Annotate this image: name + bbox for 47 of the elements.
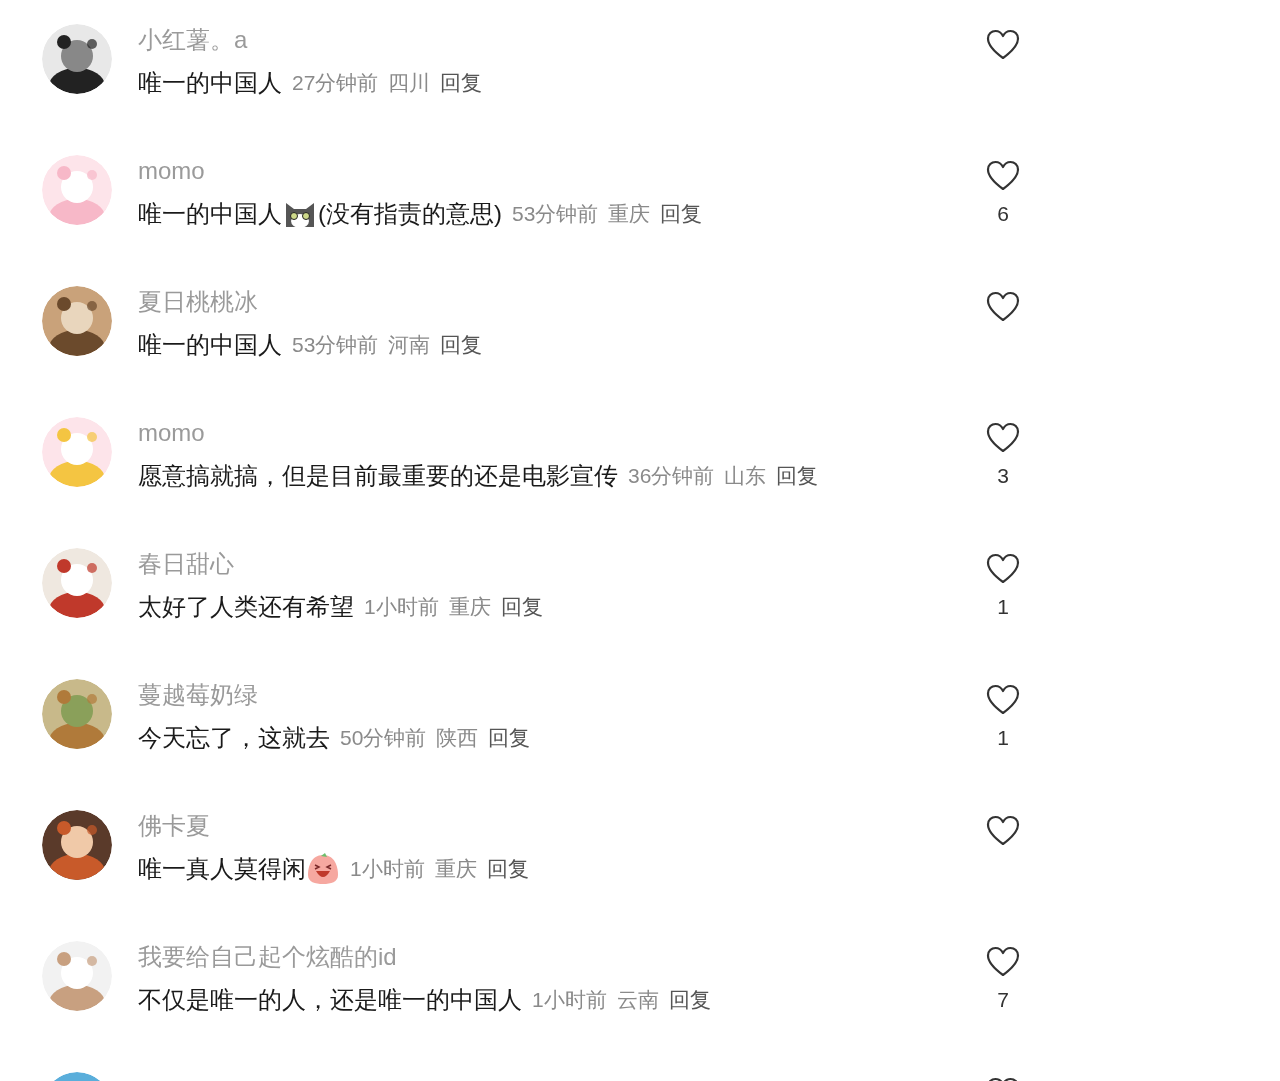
comment-text: 今天忘了，这就去 (138, 723, 330, 753)
reply-link[interactable]: 回复 (776, 460, 819, 492)
like-count: 3 (997, 463, 1009, 489)
comment-text: 太好了人类还有希望 (138, 592, 354, 622)
like-icon[interactable] (986, 553, 1020, 584)
reply-link[interactable]: 回复 (488, 722, 531, 754)
like-count: 6 (997, 201, 1009, 227)
comment-location: 重庆 (434, 856, 477, 883)
comment-time: 1小时前 (532, 987, 607, 1014)
reply-link[interactable]: 回复 (660, 198, 703, 230)
comment-time: 53分钟前 (292, 332, 379, 359)
comment-time: 27分钟前 (292, 70, 379, 97)
comment-text: 唯一的中国人 (138, 199, 282, 229)
comment-location: 重庆 (608, 201, 651, 228)
comment-location: 河南 (388, 332, 431, 359)
like-count: 1 (997, 725, 1009, 751)
reply-link[interactable]: 回复 (668, 984, 711, 1016)
like-icon[interactable] (986, 422, 1020, 453)
reply-link[interactable]: 回复 (486, 853, 529, 885)
comment-location: 陕西 (436, 725, 479, 752)
comment-text: (没有指责的意思) (318, 199, 502, 229)
comment-text: 唯一真人莫得闲 (138, 854, 306, 884)
comment-time: 50分钟前 (340, 725, 427, 752)
comment-time: 1小时前 (364, 594, 439, 621)
comment-location: 四川 (388, 70, 431, 97)
comment-time: 53分钟前 (512, 201, 599, 228)
like-icon[interactable] (986, 291, 1020, 322)
like-count: 1 (997, 594, 1009, 620)
like-count: 7 (997, 987, 1009, 1013)
like-icon[interactable] (986, 946, 1020, 977)
like-icon[interactable] (986, 29, 1020, 60)
comment-location: 山东 (724, 463, 767, 490)
comment-location: 云南 (616, 987, 659, 1014)
reply-link[interactable]: 回复 (500, 591, 543, 623)
comment-text: 愿意搞就搞，但是目前最重要的还是电影宣传 (138, 461, 618, 491)
reply-link[interactable]: 回复 (440, 329, 483, 361)
like-icon[interactable] (986, 684, 1020, 715)
comment-time: 1小时前 (350, 856, 425, 883)
like-icon[interactable] (986, 815, 1020, 846)
comment-location: 重庆 (448, 594, 491, 621)
like-icon[interactable] (986, 160, 1020, 191)
comment-time: 36分钟前 (628, 463, 715, 490)
comment-text: 不仅是唯一的人，还是唯一的中国人 (138, 985, 522, 1015)
comment-text: 唯一的中国人 (138, 330, 282, 360)
comment-text: 唯一的中国人 (138, 68, 282, 98)
reply-link[interactable]: 回复 (440, 67, 483, 99)
laughing-face-icon (307, 853, 339, 885)
